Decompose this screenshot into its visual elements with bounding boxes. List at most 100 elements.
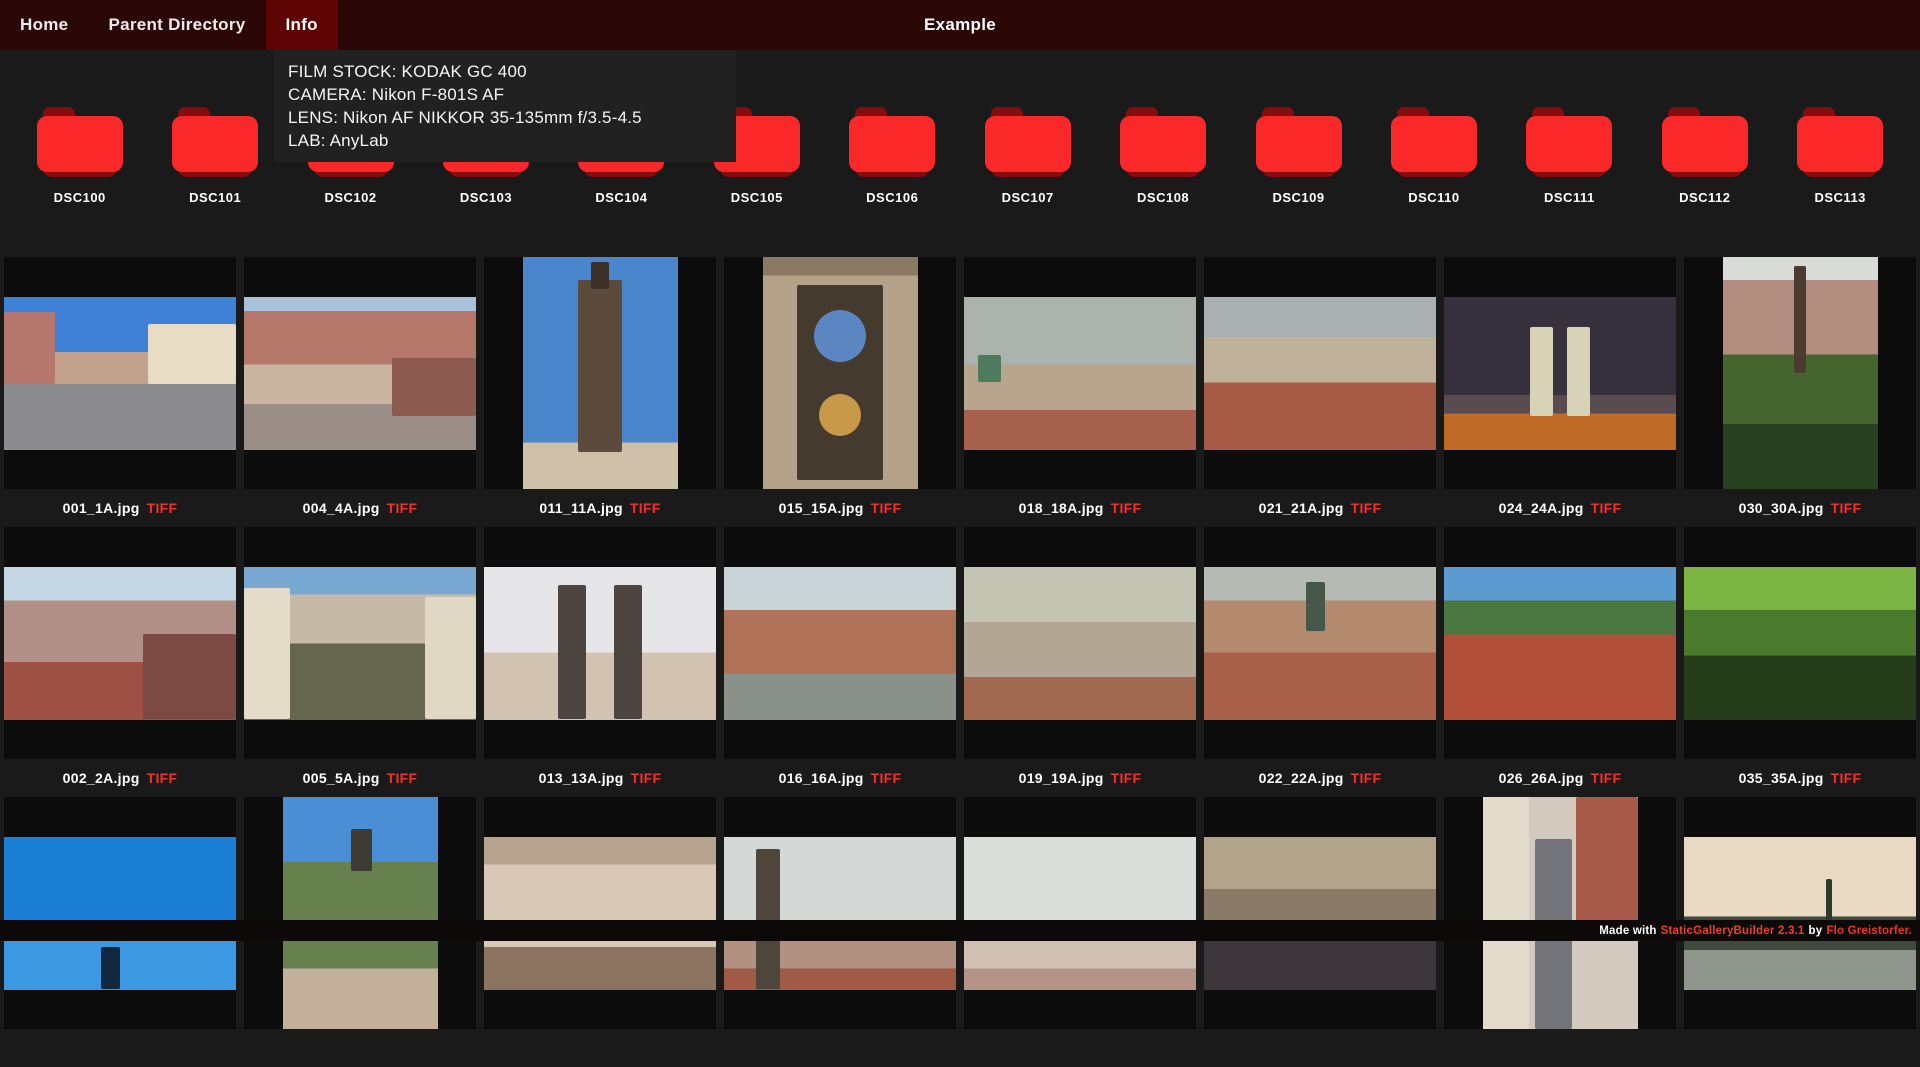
info-line-film-stock: FILM STOCK: KODAK GC 400	[288, 60, 722, 83]
photo-shape	[351, 829, 373, 871]
thumbnail[interactable]	[1684, 257, 1916, 489]
folder-item[interactable]: DSC107	[960, 107, 1095, 205]
thumbnail-image	[283, 797, 438, 1029]
thumbnail-caption: 019_19A.jpg TIFF	[964, 759, 1196, 797]
thumbnail[interactable]	[484, 527, 716, 759]
folder-front-shape	[1526, 116, 1612, 172]
folder-front-shape	[849, 116, 935, 172]
thumbnail[interactable]	[1204, 257, 1436, 489]
photo-shape	[392, 358, 476, 416]
builder-link[interactable]: StaticGalleryBuilder 2.3.1	[1661, 925, 1805, 937]
file-name-link[interactable]: 015_15A.jpg	[779, 500, 864, 516]
footer: Made with StaticGalleryBuilder 2.3.1 by …	[0, 920, 1920, 941]
file-name-link[interactable]: 005_5A.jpg	[303, 770, 380, 786]
thumbnail-image	[724, 567, 956, 720]
format-tag-link[interactable]: TIFF	[1831, 500, 1862, 516]
thumbnail[interactable]	[244, 527, 476, 759]
thumbnail[interactable]	[1684, 527, 1916, 759]
format-tag-link[interactable]: TIFF	[1111, 500, 1142, 516]
gallery-item: 026_26A.jpg TIFF	[1444, 527, 1676, 797]
thumbnail[interactable]	[1444, 527, 1676, 759]
thumbnail[interactable]	[724, 527, 956, 759]
thumbnail[interactable]	[4, 527, 236, 759]
file-name-link[interactable]: 022_22A.jpg	[1259, 770, 1344, 786]
file-name-link[interactable]: 013_13A.jpg	[539, 770, 624, 786]
thumbnail[interactable]	[1684, 797, 1916, 1029]
footer-by-text: by	[1809, 925, 1823, 937]
nav-item-parent-directory[interactable]: Parent Directory	[88, 0, 265, 50]
file-name-link[interactable]: 026_26A.jpg	[1499, 770, 1584, 786]
info-line-camera: CAMERA: Nikon F-801S AF	[288, 83, 722, 106]
file-name-link[interactable]: 011_11A.jpg	[539, 500, 622, 516]
format-tag-link[interactable]: TIFF	[871, 770, 902, 786]
thumbnail-caption: 035_35A.jpg TIFF	[1684, 759, 1916, 797]
folder-item[interactable]: DSC106	[825, 107, 960, 205]
format-tag-link[interactable]: TIFF	[630, 500, 661, 516]
nav-item-home[interactable]: Home	[0, 0, 88, 50]
folder-front-shape	[985, 116, 1071, 172]
folder-item[interactable]: DSC101	[147, 107, 282, 205]
gallery-item: 011_11A.jpg TIFF	[484, 257, 716, 527]
file-name-link[interactable]: 016_16A.jpg	[779, 770, 864, 786]
thumbnail[interactable]	[1204, 527, 1436, 759]
thumbnail[interactable]	[964, 257, 1196, 489]
gallery-item: 022_22A.jpg TIFF	[1204, 527, 1436, 797]
format-tag-link[interactable]: TIFF	[1351, 500, 1382, 516]
format-tag-link[interactable]: TIFF	[631, 770, 662, 786]
folder-item[interactable]: DSC111	[1502, 107, 1637, 205]
thumbnail[interactable]	[484, 797, 716, 1029]
thumbnail-image	[1684, 567, 1916, 720]
thumbnail[interactable]	[964, 797, 1196, 1029]
file-name-link[interactable]: 030_30A.jpg	[1739, 500, 1824, 516]
folder-item[interactable]: DSC109	[1231, 107, 1366, 205]
photo-shape	[558, 585, 586, 720]
format-tag-link[interactable]: TIFF	[1111, 770, 1142, 786]
format-tag-link[interactable]: TIFF	[1831, 770, 1862, 786]
thumbnail-caption	[4, 1029, 236, 1067]
folder-item[interactable]: DSC113	[1772, 107, 1907, 205]
folder-icon	[1526, 107, 1612, 177]
file-name-link[interactable]: 018_18A.jpg	[1019, 500, 1104, 516]
format-tag-link[interactable]: TIFF	[147, 770, 178, 786]
thumbnail-image	[724, 837, 956, 990]
file-name-link[interactable]: 024_24A.jpg	[1499, 500, 1584, 516]
thumbnail[interactable]	[1444, 797, 1676, 1029]
format-tag-link[interactable]: TIFF	[1591, 500, 1622, 516]
folder-item[interactable]: DSC100	[12, 107, 147, 205]
thumbnail-caption	[1444, 1029, 1676, 1067]
thumbnail-image	[484, 837, 716, 990]
nav-item-info[interactable]: Info	[266, 0, 338, 50]
folder-item[interactable]: DSC110	[1366, 107, 1501, 205]
file-name-link[interactable]: 035_35A.jpg	[1739, 770, 1824, 786]
thumbnail[interactable]	[484, 257, 716, 489]
file-name-link[interactable]: 001_1A.jpg	[63, 500, 140, 516]
thumbnail[interactable]	[964, 527, 1196, 759]
folder-item[interactable]: DSC108	[1095, 107, 1230, 205]
folder-icon	[1391, 107, 1477, 177]
thumbnail-image	[1444, 567, 1676, 720]
file-name-link[interactable]: 004_4A.jpg	[303, 500, 380, 516]
format-tag-link[interactable]: TIFF	[387, 500, 418, 516]
file-name-link[interactable]: 021_21A.jpg	[1259, 500, 1344, 516]
format-tag-link[interactable]: TIFF	[1591, 770, 1622, 786]
file-name-link[interactable]: 019_19A.jpg	[1019, 770, 1104, 786]
thumbnail[interactable]	[724, 257, 956, 489]
format-tag-link[interactable]: TIFF	[871, 500, 902, 516]
author-link[interactable]: Flo Greistorfer.	[1826, 925, 1912, 937]
format-tag-link[interactable]: TIFF	[387, 770, 418, 786]
thumbnail[interactable]	[244, 257, 476, 489]
thumbnail[interactable]	[1444, 257, 1676, 489]
thumbnail[interactable]	[4, 257, 236, 489]
thumbnail[interactable]	[244, 797, 476, 1029]
thumbnail[interactable]	[4, 797, 236, 1029]
thumbnail-image	[964, 567, 1196, 720]
format-tag-link[interactable]: TIFF	[147, 500, 178, 516]
thumbnail-caption	[724, 1029, 956, 1067]
folder-icon	[849, 107, 935, 177]
thumbnail[interactable]	[1204, 797, 1436, 1029]
file-name-link[interactable]: 002_2A.jpg	[63, 770, 140, 786]
thumbnail[interactable]	[724, 797, 956, 1029]
gallery-item: 004_4A.jpg TIFF	[244, 257, 476, 527]
folder-item[interactable]: DSC112	[1637, 107, 1772, 205]
format-tag-link[interactable]: TIFF	[1351, 770, 1382, 786]
